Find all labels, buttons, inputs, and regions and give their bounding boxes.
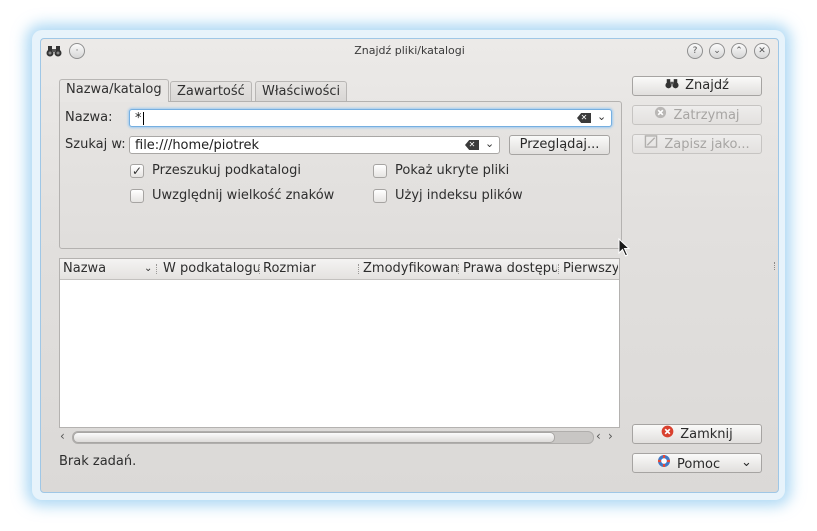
binoculars-icon — [665, 77, 679, 95]
scroll-track[interactable] — [72, 431, 594, 444]
column-header-permissions[interactable]: Prawa dostępu — [463, 261, 557, 276]
column-header-size[interactable]: Rozmiar — [263, 261, 355, 276]
status-text: Brak zadań. — [59, 454, 137, 469]
column-separator[interactable] — [358, 264, 360, 274]
case-sensitive-checkbox[interactable] — [130, 189, 144, 203]
resize-grip[interactable] — [774, 262, 778, 270]
close-label: Zamknij — [680, 427, 733, 442]
save-as-button[interactable]: Zapisz jako... — [632, 134, 762, 154]
column-separator[interactable] — [156, 264, 158, 274]
save-as-label: Zapisz jako... — [664, 137, 750, 152]
results-header: Nazwa ⌄ W podkatalogu Rozmiar Zmodyfikow… — [60, 259, 619, 280]
lookin-label: Szukaj w: — [65, 137, 126, 152]
column-header-first[interactable]: Pierwszy — [563, 261, 618, 276]
column-header-modified[interactable]: Zmodyfikowano — [363, 261, 458, 276]
close-button[interactable]: Zamknij — [632, 424, 762, 444]
stop-button[interactable]: Zatrzymaj — [632, 105, 762, 125]
stop-label: Zatrzymaj — [673, 108, 740, 123]
chevron-down-icon: ⌄ — [741, 455, 752, 470]
find-label: Znajdź — [685, 78, 729, 93]
maximize-button[interactable]: ⌃ — [731, 43, 747, 59]
case-sensitive-label[interactable]: Uwzględnij wielkość znaków — [152, 188, 334, 203]
hidden-files-label[interactable]: Pokaż ukryte pliki — [395, 163, 509, 178]
close-window-button[interactable]: ✕ — [754, 43, 770, 59]
clear-icon[interactable]: ✕ — [465, 140, 479, 150]
recurse-label[interactable]: Przeszukuj podkatalogi — [152, 163, 301, 178]
scroll-thumb[interactable] — [73, 432, 555, 443]
help-button[interactable]: Pomoc ⌄ — [632, 453, 762, 473]
column-header-subfolder[interactable]: W podkatalogu — [163, 261, 259, 276]
column-separator[interactable] — [558, 264, 560, 274]
column-separator[interactable] — [259, 264, 261, 274]
scroll-left-arrow-icon[interactable]: ‹ — [596, 429, 601, 443]
recurse-checkbox[interactable]: ✓ — [130, 164, 144, 178]
column-separator[interactable] — [458, 264, 460, 274]
scroll-right-arrow-icon[interactable]: › — [608, 429, 613, 443]
name-label: Nazwa: — [65, 110, 113, 125]
chevron-down-icon[interactable]: ⌄ — [485, 137, 494, 150]
column-header-name[interactable]: Nazwa — [63, 261, 143, 276]
sort-chevron-icon[interactable]: ⌄ — [144, 263, 152, 274]
use-index-checkbox[interactable] — [373, 189, 387, 203]
horizontal-scrollbar[interactable]: ‹ ‹ › — [59, 429, 620, 444]
tab-contents[interactable]: Zawartość — [170, 81, 252, 102]
text-cursor — [143, 112, 144, 125]
stop-icon — [654, 106, 667, 125]
shade-button[interactable]: ⌄ — [709, 43, 725, 59]
results-list[interactable]: Nazwa ⌄ W podkatalogu Rozmiar Zmodyfikow… — [59, 258, 620, 428]
window-title: Znajdź pliki/katalogi — [354, 44, 465, 57]
help-label: Pomoc — [677, 457, 721, 472]
clear-icon[interactable]: ✕ — [577, 113, 591, 123]
close-icon — [661, 425, 674, 444]
chevron-down-icon[interactable]: ⌄ — [597, 110, 606, 123]
name-combobox[interactable]: * ✕ ⌄ — [129, 109, 612, 127]
mouse-pointer-icon — [618, 238, 631, 257]
lifebuoy-icon — [657, 454, 671, 474]
hidden-files-checkbox[interactable] — [373, 164, 387, 178]
tab-properties[interactable]: Właściwości — [255, 81, 348, 102]
lookin-combobox[interactable]: file:///home/piotrek ✕ ⌄ — [129, 136, 500, 154]
name-field-value[interactable]: * — [135, 111, 142, 126]
scroll-left-icon[interactable]: ‹ — [60, 429, 65, 443]
tab-name-directory[interactable]: Nazwa/katalog — [59, 79, 169, 102]
find-button[interactable]: Znajdź — [632, 76, 762, 96]
save-icon — [644, 135, 658, 154]
help-titlebar-button[interactable]: ? — [687, 43, 703, 59]
titlebar[interactable]: · Znajdź pliki/katalogi ? ⌄ ⌃ ✕ — [41, 39, 778, 63]
use-index-label[interactable]: Użyj indeksu plików — [395, 188, 523, 203]
lookin-field-value[interactable]: file:///home/piotrek — [135, 138, 259, 153]
browse-button[interactable]: Przeglądaj... — [509, 135, 610, 155]
